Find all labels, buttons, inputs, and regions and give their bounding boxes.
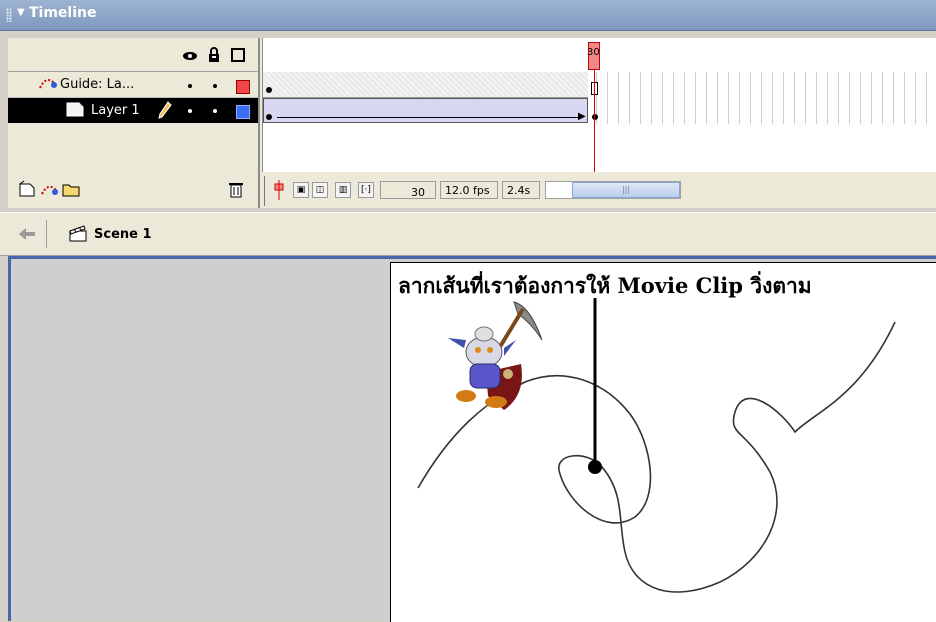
elapsed-time-field[interactable]: 2.4s	[502, 181, 540, 199]
outline-all-icon[interactable]	[230, 47, 246, 63]
timeline-title-bar[interactable]	[0, 0, 936, 31]
frame-rate-field[interactable]: 12.0 fps	[440, 181, 498, 199]
toolbar-divider	[264, 176, 265, 206]
playhead-line	[594, 70, 595, 185]
outline-color-swatch[interactable]	[236, 105, 250, 119]
clapper-board-icon	[68, 224, 88, 242]
back-arrow-icon[interactable]	[17, 226, 37, 242]
layer-name[interactable]: Layer 1	[91, 103, 140, 118]
insert-folder-icon[interactable]	[62, 180, 80, 198]
edit-multiple-frames-icon[interactable]: ▥	[335, 182, 351, 198]
add-motion-guide-icon[interactable]	[40, 180, 58, 198]
collapse-arrow-icon[interactable]: ▼	[17, 7, 25, 18]
keyframe-dot[interactable]	[592, 114, 598, 120]
pencil-icon	[158, 101, 172, 119]
empty-frame-cells[interactable]	[596, 72, 936, 124]
guide-layer-icon	[38, 75, 58, 91]
layer1-tween-frames[interactable]	[263, 98, 588, 123]
current-frame-value: 30	[411, 186, 425, 199]
layer-page-icon	[66, 101, 84, 117]
lock-dot[interactable]	[213, 109, 217, 113]
center-frame-icon[interactable]	[274, 180, 284, 200]
scrollbar-thumb[interactable]: |||	[572, 182, 680, 198]
insert-layer-icon[interactable]	[18, 180, 36, 198]
outline-color-swatch[interactable]	[236, 80, 250, 94]
visibility-dot[interactable]	[188, 109, 192, 113]
show-hide-all-eye-icon[interactable]	[182, 47, 198, 63]
character-movie-clip[interactable]	[446, 300, 546, 418]
frames-empty-area[interactable]	[263, 124, 936, 172]
edit-bar-divider	[46, 220, 47, 248]
onion-skin-outlines-icon[interactable]: ◫	[312, 182, 328, 198]
current-frame-field[interactable]	[380, 181, 436, 199]
grip-icon[interactable]	[6, 8, 12, 22]
keyframe-dot[interactable]	[266, 114, 272, 120]
instruction-text: ลากเส้นที่เราต้องการให้ Movie Clip วิ่งต…	[398, 273, 812, 298]
motion-tween-arrow	[277, 117, 583, 118]
delete-layer-icon[interactable]	[228, 180, 244, 198]
scene-name[interactable]: Scene 1	[94, 227, 152, 242]
onion-skin-icon[interactable]: ▣	[293, 182, 309, 198]
playhead-frame-number: 30	[587, 47, 600, 58]
keyframe-dot[interactable]	[266, 87, 272, 93]
layer-name[interactable]: Guide: La...	[60, 77, 134, 92]
arrowhead-icon: ▶	[578, 111, 586, 122]
panel-title: Timeline	[29, 5, 97, 21]
lock-all-icon[interactable]	[206, 47, 222, 63]
lock-dot[interactable]	[213, 84, 217, 88]
guide-layer-frames[interactable]	[263, 72, 588, 98]
visibility-dot[interactable]	[188, 84, 192, 88]
modify-onion-markers-icon[interactable]: [·]	[358, 182, 374, 198]
